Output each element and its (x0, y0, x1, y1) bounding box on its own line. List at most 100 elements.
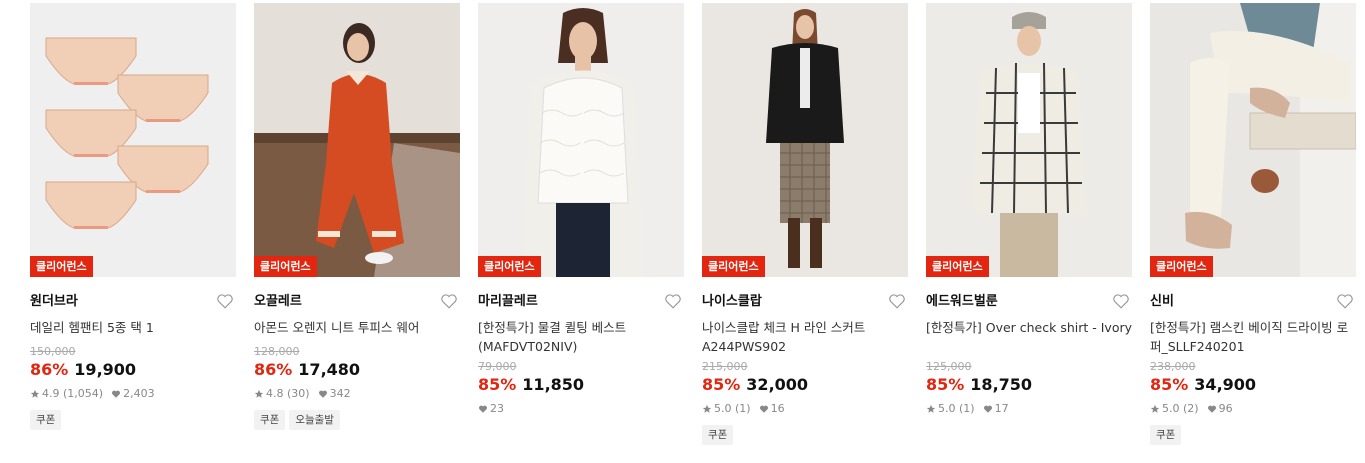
price-row: 85% 18,750 (926, 374, 1132, 396)
rating-value: 5.0 (714, 402, 732, 415)
quilted-vest-image (478, 3, 684, 277)
product-card[interactable]: 클리어런스 원더브라 데일리 헴팬티 5종 택 1 150,000 86% 19,… (30, 3, 236, 430)
coupon-tag: 쿠폰 (1150, 425, 1182, 445)
product-card[interactable]: 클리어런스 에드워드벌룬 [한정특가] Over check shirt - I… (926, 3, 1132, 417)
brand-name[interactable]: 마리끌레르 (478, 292, 684, 312)
brand-name[interactable]: 신비 (1150, 292, 1356, 312)
original-price: 238,000 (1150, 360, 1196, 373)
tag-list: 쿠폰 (1150, 425, 1356, 445)
heart-icon[interactable] (440, 292, 458, 310)
product-image[interactable]: 클리어런스 (1150, 3, 1356, 277)
product-card[interactable]: 클리어런스 오끌레르 아몬드 오렌지 니트 투피스 웨어 128,000 86%… (254, 3, 460, 430)
product-title[interactable]: 아몬드 오렌지 니트 투피스 웨어 (254, 318, 460, 337)
product-card[interactable]: 클리어런스 나이스클랍 나이스클랍 체크 H 라인 스커트 A244PWS902… (702, 3, 908, 445)
sale-price: 32,000 (746, 375, 809, 394)
heart-small-icon (318, 390, 327, 398)
product-title[interactable]: 데일리 헴팬티 5종 택 1 (30, 318, 236, 337)
product-meta: 5.0 (1) 16 (702, 401, 908, 417)
brand-name[interactable]: 오끌레르 (254, 292, 460, 312)
coupon-tag: 쿠폰 (702, 425, 734, 445)
clearance-badge: 클리어런스 (478, 256, 541, 277)
heart-small-icon (983, 405, 992, 413)
heart-icon[interactable] (664, 292, 682, 310)
product-title[interactable]: [한정특가] 물결 퀼팅 베스트 (MAFDVT02NIV) (478, 318, 684, 356)
heart-icon[interactable] (1336, 292, 1354, 310)
heart-icon[interactable] (1112, 292, 1130, 310)
product-meta: 5.0 (2) 96 (1150, 401, 1356, 417)
rating-value: 4.8 (266, 387, 284, 400)
like-count: 17 (994, 402, 1009, 415)
product-card[interactable]: 클리어런스 신비 [한정특가] 램스킨 베이직 드라이빙 로퍼_SLLF2402… (1150, 3, 1356, 445)
like-count: 342 (329, 387, 351, 400)
original-price: 125,000 (926, 360, 972, 373)
rating-value: 4.9 (42, 387, 60, 400)
rating-value: 5.0 (938, 402, 956, 415)
star-icon (30, 389, 40, 398)
heart-small-icon (759, 405, 768, 413)
heart-icon[interactable] (888, 292, 906, 310)
original-price: 150,000 (30, 345, 76, 358)
sale-price: 17,480 (298, 360, 361, 379)
product-meta: 5.0 (1) 17 (926, 401, 1132, 417)
price-row: 85% 11,850 (478, 374, 684, 396)
sale-price: 34,900 (1194, 375, 1257, 394)
tag-list: 쿠폰 (702, 425, 908, 445)
star-icon (254, 389, 264, 398)
rating-value: 5.0 (1162, 402, 1180, 415)
discount-rate: 86% (254, 360, 293, 379)
product-image[interactable]: 클리어런스 (702, 3, 908, 277)
product-card[interactable]: 클리어런스 마리끌레르 [한정특가] 물결 퀼팅 베스트 (MAFDVT02NI… (478, 3, 684, 417)
heart-small-icon (1207, 405, 1216, 413)
coupon-tag: 쿠폰 (30, 410, 62, 430)
clearance-badge: 클리어런스 (702, 256, 765, 277)
product-grid: 클리어런스 원더브라 데일리 헴팬티 5종 택 1 150,000 86% 19,… (0, 0, 1365, 463)
product-image[interactable]: 클리어런스 (254, 3, 460, 277)
product-title[interactable]: [한정특가] 램스킨 베이직 드라이빙 로퍼_SLLF240201 (1150, 318, 1356, 356)
peach-panties-image (30, 3, 236, 277)
brand-name[interactable]: 에드워드벌룬 (926, 292, 1132, 312)
review-count: (1,054) (63, 387, 104, 400)
tag-list: 쿠폰 (30, 410, 236, 430)
coupon-tag: 쿠폰 (254, 410, 286, 430)
heart-small-icon (478, 405, 488, 413)
discount-rate: 85% (1150, 375, 1189, 394)
brand-name[interactable]: 원더브라 (30, 292, 236, 312)
brand-name[interactable]: 나이스클랍 (702, 292, 908, 312)
product-title[interactable]: [한정특가] Over check shirt - Ivory (926, 318, 1132, 356)
product-meta: 4.8 (30) 342 (254, 386, 460, 402)
like-count: 96 (1218, 402, 1233, 415)
like-count: 2,403 (123, 387, 155, 400)
like-count: 16 (770, 402, 785, 415)
orange-knit-set-image (254, 3, 460, 277)
review-count: (1) (735, 402, 751, 415)
price-row: 86% 19,900 (30, 359, 236, 381)
clearance-badge: 클리어런스 (30, 256, 93, 277)
heart-small-icon (112, 390, 121, 398)
price-row: 86% 17,480 (254, 359, 460, 381)
discount-rate: 85% (702, 375, 741, 394)
clearance-badge: 클리어런스 (254, 256, 317, 277)
star-icon (702, 404, 712, 413)
star-icon (926, 404, 936, 413)
product-image[interactable]: 클리어런스 (30, 3, 236, 277)
price-row: 85% 34,900 (1150, 374, 1356, 396)
product-meta: 23 (478, 401, 684, 417)
review-count: (2) (1183, 402, 1199, 415)
beige-loafers-image (1150, 3, 1356, 277)
heart-icon[interactable] (216, 292, 234, 310)
original-price: 128,000 (254, 345, 300, 358)
sale-price: 11,850 (522, 375, 585, 394)
product-image[interactable]: 클리어런스 (926, 3, 1132, 277)
check-shirt-image (926, 3, 1132, 277)
product-meta: 4.9 (1,054) 2,403 (30, 386, 236, 402)
tag-list: 쿠폰 오늘출발 (254, 410, 460, 430)
product-title[interactable]: 나이스클랍 체크 H 라인 스커트 A244PWS902 (702, 318, 908, 356)
discount-rate: 85% (926, 375, 965, 394)
star-icon (1150, 404, 1160, 413)
like-count: 23 (490, 402, 504, 415)
clearance-badge: 클리어런스 (1150, 256, 1213, 277)
ship-today-tag: 오늘출발 (289, 410, 340, 430)
product-image[interactable]: 클리어런스 (478, 3, 684, 277)
price-row: 85% 32,000 (702, 374, 908, 396)
sale-price: 19,900 (74, 360, 137, 379)
